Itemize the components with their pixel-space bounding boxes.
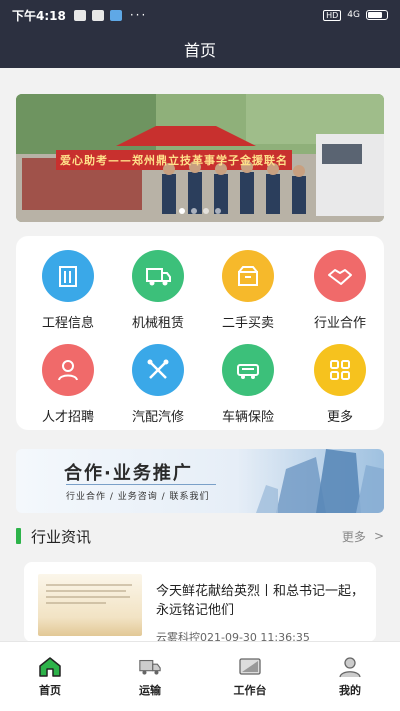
network-indicator: 4G (347, 10, 360, 20)
service-label: 机械租赁 (131, 316, 184, 331)
service-vehicle-insurance[interactable]: 车辆保险 (202, 344, 294, 425)
banner-carousel[interactable]: 爱心助考——郑州鼎立技革事学子金援联名 (16, 94, 384, 222)
battery-icon (366, 10, 388, 20)
service-talent-recruitment[interactable]: 人才招聘 (22, 344, 114, 425)
services-grid: 工程信息 机械租赁 二手买卖 行业合作 人才招聘 汽配汽修 车辆保险 更多 (16, 236, 384, 430)
profile-icon (338, 656, 362, 678)
home-icon (38, 656, 62, 678)
hd-indicator: HD (323, 9, 342, 21)
news-more-link[interactable]: 更多 > (342, 528, 384, 545)
transport-icon (138, 656, 162, 678)
truck-rent-icon (132, 250, 184, 302)
tab-label: 运输 (139, 683, 161, 697)
service-industry-cooperation[interactable]: 行业合作 (294, 250, 386, 331)
page-title: 首页 (183, 41, 216, 60)
person-icon (42, 344, 94, 396)
service-label: 车辆保险 (221, 410, 274, 425)
service-machinery-rental[interactable]: 机械租赁 (112, 250, 204, 331)
tab-workbench[interactable]: 工作台 (200, 642, 300, 711)
service-label: 二手买卖 (221, 316, 274, 331)
service-label: 工程信息 (41, 316, 94, 331)
service-label: 行业合作 (313, 316, 366, 331)
status-time: 下午4:18 (12, 8, 66, 23)
carousel-dot[interactable] (179, 208, 185, 214)
promo-banner[interactable]: 合作·业务推广 行业合作 / 业务咨询 / 联系我们 (16, 449, 384, 513)
gallery-notification-icon (91, 9, 104, 21)
service-engineering-info[interactable]: 工程信息 (22, 250, 114, 331)
tools-icon (132, 344, 184, 396)
grid-icon (314, 344, 366, 396)
tab-label: 我的 (339, 683, 361, 697)
news-section-title: 行业资讯 (31, 527, 92, 546)
workbench-icon (238, 656, 262, 678)
tab-profile[interactable]: 我的 (300, 642, 400, 711)
carousel-dot[interactable] (215, 208, 221, 214)
news-thumbnail (38, 574, 142, 636)
building-icon (42, 250, 94, 302)
service-second-hand[interactable]: 二手买卖 (202, 250, 294, 331)
chevron-right-icon: > (373, 529, 384, 543)
carousel-dot[interactable] (191, 208, 197, 214)
bottom-tab-bar: 首页 运输 工作台 我的 (0, 641, 400, 711)
more-notifications-icon: ··· (129, 8, 148, 22)
box-icon (222, 250, 274, 302)
service-auto-repair[interactable]: 汽配汽修 (112, 344, 204, 425)
tab-home[interactable]: 首页 (0, 642, 100, 711)
service-more[interactable]: 更多 (294, 344, 386, 425)
news-more-label: 更多 (341, 529, 366, 544)
news-headline: 今天鲜花献给英烈丨和总书记一起，永远铭记他们 (156, 584, 365, 618)
promo-divider (66, 484, 216, 485)
service-label: 人才招聘 (41, 410, 94, 425)
car-insurance-icon (222, 344, 274, 396)
status-bar: 下午4:18 ··· HD 4G (0, 0, 400, 30)
banner-caption: 爱心助考——郑州鼎立技革事学子金援联名 (60, 154, 288, 167)
section-accent-bar (16, 528, 21, 544)
news-section-header: 行业资讯 更多 > (16, 524, 384, 548)
tab-label: 首页 (39, 683, 61, 697)
service-label: 汽配汽修 (131, 410, 184, 425)
service-label: 更多 (326, 410, 353, 425)
carousel-indicator (16, 208, 384, 214)
carousel-dot[interactable] (203, 208, 209, 214)
page-header: 首页 (0, 30, 400, 68)
handshake-icon (314, 250, 366, 302)
trash-notification-icon (73, 9, 86, 21)
app-notification-icon (109, 9, 122, 21)
tab-label: 工作台 (233, 683, 267, 697)
promo-title: 合作·业务推广 (64, 463, 193, 484)
promo-subtitle: 行业合作 / 业务咨询 / 联系我们 (66, 492, 210, 502)
tab-transport[interactable]: 运输 (100, 642, 200, 711)
news-item[interactable]: 今天鲜花献给英烈丨和总书记一起，永远铭记他们 云雾科控021-09-30 11:… (24, 562, 376, 644)
